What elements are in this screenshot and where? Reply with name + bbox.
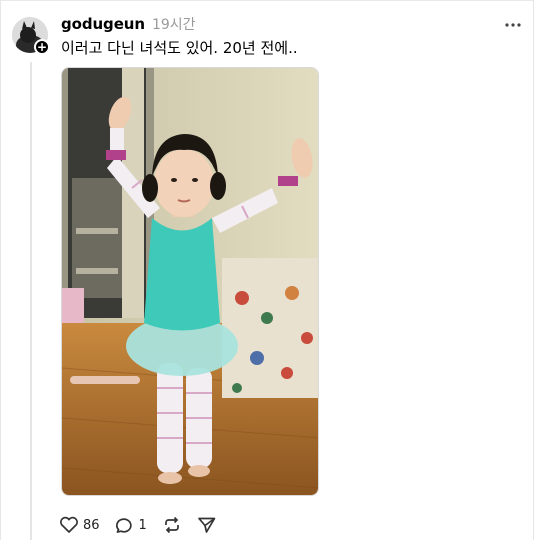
post-time: 19시간: [151, 17, 196, 33]
thread-line: [30, 62, 32, 540]
post-actions: 86 1: [59, 512, 232, 538]
like-button[interactable]: 86: [59, 516, 100, 534]
send-icon: [197, 517, 216, 533]
repost-button[interactable]: [162, 516, 182, 534]
more-options-button[interactable]: [501, 16, 525, 34]
reply-count: 1: [138, 517, 147, 533]
like-count: 86: [83, 517, 100, 533]
post-header: godugeun 19시간: [61, 14, 196, 34]
photo-girl-ballet: [62, 68, 318, 495]
post-text: 이러고 다닌 녀석도 있어. 20년 전에..: [61, 39, 298, 57]
repost-icon: [164, 516, 179, 534]
heart-icon: [60, 516, 78, 533]
more-horizontal-icon: [505, 23, 521, 27]
follow-plus-icon[interactable]: +: [34, 39, 50, 55]
comment-icon: [115, 518, 132, 533]
post-photo[interactable]: [61, 67, 319, 496]
username[interactable]: godugeun: [61, 15, 145, 33]
reply-button[interactable]: 1: [115, 516, 147, 534]
share-button[interactable]: [197, 516, 217, 534]
top-divider: [1, 0, 533, 1]
